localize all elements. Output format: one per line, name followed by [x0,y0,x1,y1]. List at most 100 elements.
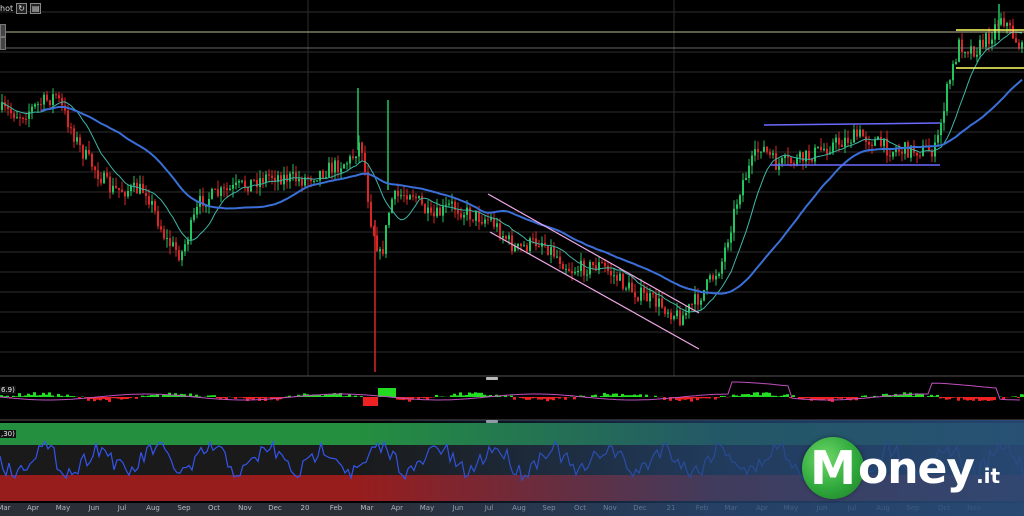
x-tick-label: Aug [146,504,160,512]
candle-body [670,312,672,320]
candle-body [316,180,318,182]
candle-body [448,203,450,205]
candle-body [427,207,429,214]
candle-body [790,157,792,163]
candle-body [421,196,423,205]
x-tick-label: Oct [573,504,587,512]
macd-bar [966,397,969,401]
candle-body [193,214,195,220]
side-tab-top[interactable] [0,24,6,37]
candle-body [136,182,138,194]
candle-body [148,196,150,205]
candle-body [127,191,129,197]
candle-body [652,293,654,295]
macd-bar [693,397,696,399]
macd-bar [699,397,702,399]
macd-bar [465,395,468,397]
candle-body [25,118,27,120]
macd-bar [612,393,615,397]
macd-bar [804,397,807,399]
candle-body [493,218,495,227]
macd-bar [375,397,378,406]
candle-body [415,196,417,199]
macd-bar [639,394,642,397]
x-tick-label: Oct [937,504,951,512]
macd-bar [84,397,87,398]
macd-bar [150,395,153,397]
candle-body [298,178,300,182]
candle-body [229,188,231,191]
macd-bar [765,392,768,397]
candle-body [220,187,222,196]
candle-body [433,212,435,217]
macd-bar [864,395,867,397]
macd-bar [720,395,723,397]
candle-body [700,300,702,305]
candle-body [916,152,918,156]
candle-body [265,174,267,183]
candle-body [898,149,900,152]
logo-tld: .it [976,464,1001,488]
macd-bar [942,397,945,398]
candle-body [241,180,243,182]
macd-bar [816,397,819,400]
macd-bar [684,397,687,400]
candle-body [535,238,537,247]
side-tab-bottom[interactable] [0,37,6,50]
candle-body [745,178,747,181]
macd-bar [342,396,345,397]
macd-bar [105,397,108,400]
macd-bar [237,397,240,398]
macd-bar [477,392,480,397]
macd-bar [591,395,594,397]
macd-bar [825,397,828,400]
macd-bar [63,396,66,397]
panel-splitter-macd[interactable] [486,377,498,380]
macd-bar [384,388,387,397]
x-tick-label: May [419,504,435,512]
macd-bar [645,394,648,397]
macd-bar [774,395,777,397]
candle-body [466,207,468,215]
macd-bar [240,397,243,398]
candle-body [889,155,891,157]
candle-body [154,201,156,211]
panel-splitter-rsi[interactable] [486,420,498,423]
macd-bar [531,397,534,399]
candle-body [469,207,471,220]
macd-bar [171,395,174,397]
macd-bar [360,396,363,397]
macd-bar [636,395,639,397]
candle-body [172,242,174,247]
macd-bar [114,397,117,399]
macd-bar [474,392,477,397]
macd-bar [111,397,114,399]
candle-body [628,282,630,289]
image-icon[interactable]: ▤ [30,3,42,14]
candle-body [802,152,804,162]
macd-bar [525,397,528,400]
candle-body [940,122,942,136]
candle-body [346,163,348,165]
candle-body [271,175,273,178]
candle-body [412,195,414,197]
macd-bar [72,396,75,397]
candle-body [979,39,981,55]
candle-body [169,238,171,247]
candle-body [43,94,45,105]
macd-bar [234,397,237,399]
candle-body [1,102,3,110]
macd-bar [456,395,459,397]
candle-body [553,246,555,257]
candle-body [574,272,576,274]
macd-bar [633,394,636,397]
candle-body [724,247,726,262]
candle-body [472,219,474,221]
candle-body [100,178,102,184]
macd-bar [39,395,42,397]
refresh-icon[interactable]: ↻ [16,3,28,14]
candle-body [862,129,864,137]
candle-body [253,179,255,181]
macd-bar [552,397,555,401]
x-tick-label: Sep [542,504,556,512]
